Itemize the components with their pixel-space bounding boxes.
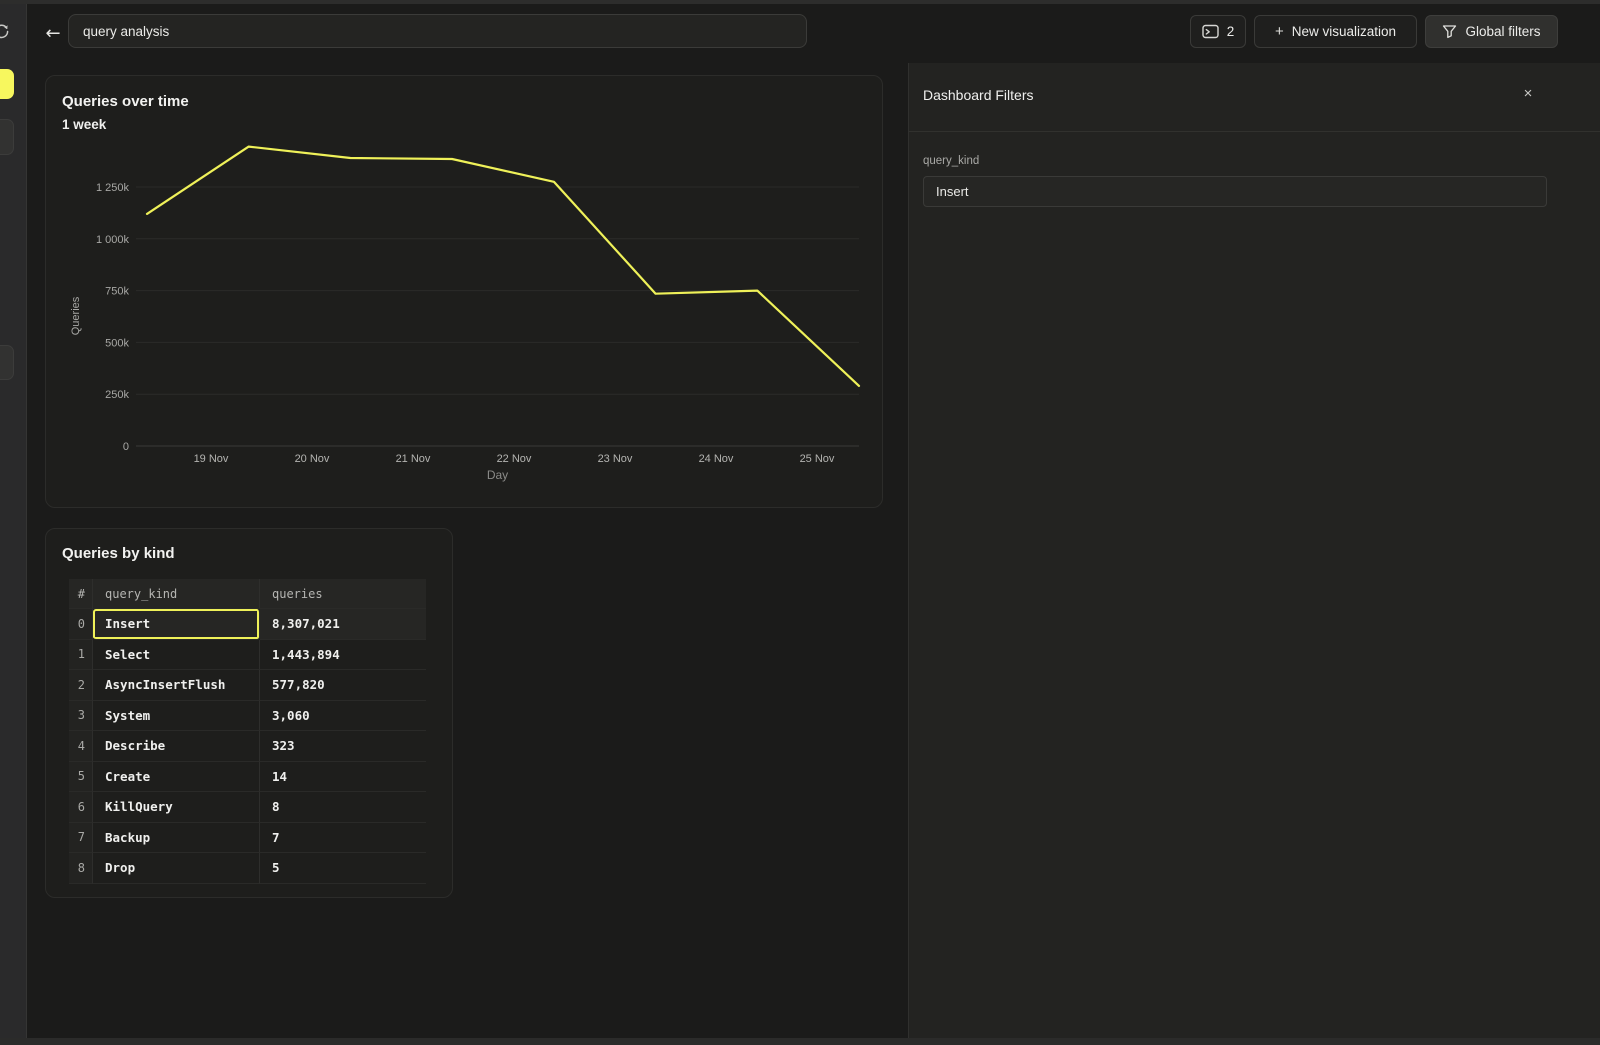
- new-visualization-label: New visualization: [1292, 24, 1396, 39]
- table-row[interactable]: 6KillQuery8: [69, 792, 426, 823]
- table-header-row: # query_kind queries: [69, 579, 426, 609]
- table-row[interactable]: 8Drop5: [69, 853, 426, 884]
- table-row[interactable]: 0Insert8,307,021: [69, 609, 426, 640]
- sql-console-button[interactable]: 2: [1190, 15, 1246, 48]
- row-index-cell: 1: [69, 640, 93, 671]
- queries-value-cell: 14: [260, 762, 426, 793]
- query-kind-cell[interactable]: Insert: [93, 609, 260, 640]
- header-index: #: [69, 579, 93, 609]
- row-index-cell: 4: [69, 731, 93, 762]
- x-tick-label: 21 Nov: [396, 453, 431, 465]
- queries-series-line: [147, 147, 859, 386]
- line-chart-plot[interactable]: 0 250k 500k 750k 1 000k 1 250k 19 Nov 20 Nov 21 …: [46, 76, 884, 509]
- plus-icon: +: [1275, 23, 1284, 40]
- queries-value-cell: 1,443,894: [260, 640, 426, 671]
- console-icon: [1202, 24, 1219, 39]
- history-refresh-icon[interactable]: [0, 23, 10, 40]
- filters-panel-title: Dashboard Filters: [923, 87, 1034, 103]
- x-tick-label: 23 Nov: [598, 453, 633, 465]
- queries-table: # query_kind queries 0Insert8,307,0211Se…: [69, 579, 426, 884]
- panel-divider: [909, 131, 1600, 132]
- table-row[interactable]: 3System3,060: [69, 701, 426, 732]
- x-tick-label: 24 Nov: [699, 453, 734, 465]
- y-tick-label: 750k: [105, 286, 129, 298]
- query-kind-cell[interactable]: Create: [93, 762, 260, 793]
- filter-field-label: query_kind: [923, 155, 979, 167]
- sidebar-item[interactable]: [0, 119, 14, 155]
- queries-value-cell: 323: [260, 731, 426, 762]
- y-axis-title: Queries: [70, 296, 82, 335]
- queries-by-kind-card: Queries by kind # query_kind queries 0In…: [45, 528, 453, 898]
- funnel-filter-icon: [1442, 24, 1457, 39]
- table-row[interactable]: 4Describe323: [69, 731, 426, 762]
- query-kind-cell[interactable]: AsyncInsertFlush: [93, 670, 260, 701]
- query-kind-cell[interactable]: Select: [93, 640, 260, 671]
- new-visualization-button[interactable]: + New visualization: [1254, 15, 1417, 48]
- y-tick-label: 250k: [105, 389, 129, 401]
- queries-value-cell: 5: [260, 853, 426, 884]
- y-tick-label: 500k: [105, 337, 129, 349]
- header-query-kind: query_kind: [93, 579, 260, 609]
- dashboard-canvas: Queries over time 1 week 0250k500k750k1 …: [27, 63, 908, 1045]
- y-tick-label: 1 250k: [96, 182, 130, 194]
- table-row[interactable]: 1Select1,443,894: [69, 640, 426, 671]
- sidebar-item-active[interactable]: [0, 69, 14, 99]
- row-index-cell: 6: [69, 792, 93, 823]
- queries-value-cell: 8: [260, 792, 426, 823]
- window-bottom-strip: [0, 1038, 1600, 1045]
- query-kind-cell[interactable]: Describe: [93, 731, 260, 762]
- window-top-strip: [0, 0, 1600, 4]
- queries-value-cell: 8,307,021: [260, 609, 426, 640]
- table-title: Queries by kind: [62, 545, 175, 562]
- dashboard-title-input[interactable]: [68, 14, 807, 48]
- global-filters-label: Global filters: [1465, 24, 1540, 39]
- query-kind-filter-input[interactable]: [923, 176, 1547, 207]
- queries-value-cell: 577,820: [260, 670, 426, 701]
- row-index-cell: 3: [69, 701, 93, 732]
- table-row[interactable]: 2AsyncInsertFlush577,820: [69, 670, 426, 701]
- queries-value-cell: 7: [260, 823, 426, 854]
- row-index-cell: 2: [69, 670, 93, 701]
- queries-over-time-card: Queries over time 1 week 0250k500k750k1 …: [45, 75, 883, 508]
- x-tick-label: 19 Nov: [194, 453, 229, 465]
- row-index-cell: 0: [69, 609, 93, 640]
- mini-sidebar: [0, 0, 27, 1045]
- close-icon[interactable]: ×: [1518, 83, 1538, 103]
- row-index-cell: 8: [69, 853, 93, 884]
- x-tick-label: 20 Nov: [295, 453, 330, 465]
- query-kind-cell[interactable]: Drop: [93, 853, 260, 884]
- console-count: 2: [1227, 24, 1235, 39]
- y-tick-label: 1 000k: [96, 234, 130, 246]
- row-index-cell: 7: [69, 823, 93, 854]
- header-queries: queries: [260, 579, 426, 609]
- query-kind-cell[interactable]: KillQuery: [93, 792, 260, 823]
- query-kind-cell[interactable]: Backup: [93, 823, 260, 854]
- top-bar: ← 2 + New visualization Global filters: [27, 4, 1600, 63]
- x-tick-label: 22 Nov: [497, 453, 532, 465]
- row-index-cell: 5: [69, 762, 93, 793]
- sidebar-item[interactable]: [0, 345, 14, 380]
- query-kind-cell[interactable]: System: [93, 701, 260, 732]
- global-filters-button[interactable]: Global filters: [1425, 15, 1558, 48]
- table-row[interactable]: 7Backup7: [69, 823, 426, 854]
- back-button[interactable]: ←: [38, 17, 68, 49]
- y-tick-label: 0: [123, 441, 129, 453]
- queries-value-cell: 3,060: [260, 701, 426, 732]
- dashboard-filters-panel: Dashboard Filters × query_kind: [908, 63, 1600, 1045]
- table-row[interactable]: 5Create14: [69, 762, 426, 793]
- x-tick-label: 25 Nov: [800, 453, 835, 465]
- x-axis-title: Day: [487, 468, 508, 482]
